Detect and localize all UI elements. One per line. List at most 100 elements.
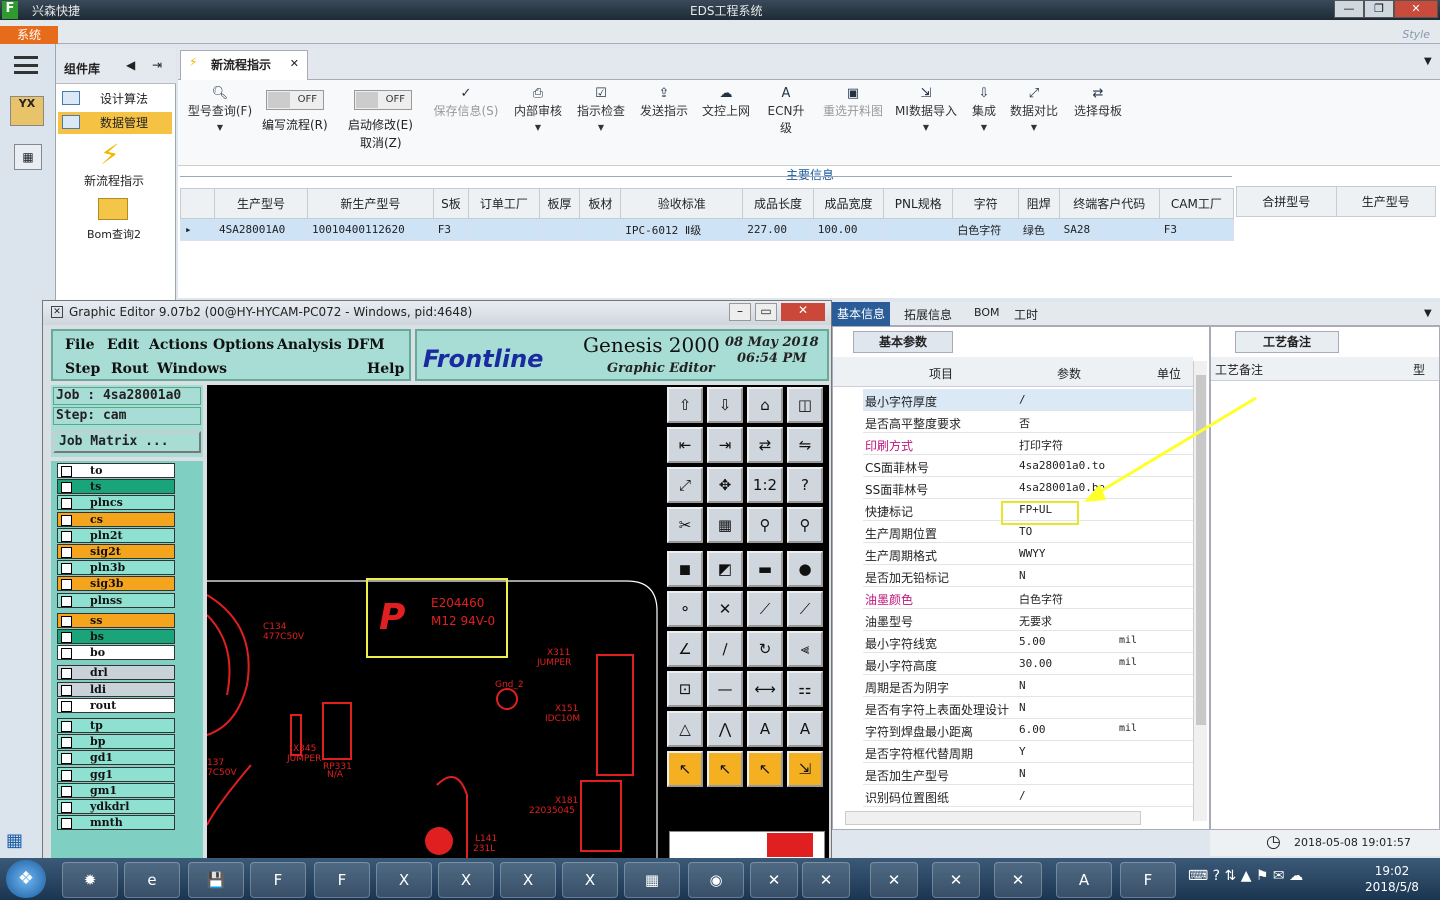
taskbar-f-app-icon[interactable]: F <box>250 862 306 898</box>
reselect-drawing-button[interactable]: ▣ 重选开料图 <box>820 86 886 119</box>
taskbar-window-icon[interactable]: ✕ <box>994 862 1042 898</box>
layer-item[interactable]: gd1 <box>57 750 175 766</box>
menu-step[interactable]: Step <box>65 361 100 377</box>
layer-item[interactable]: bo <box>57 645 175 661</box>
layer-item[interactable]: ydkdrl <box>57 799 175 814</box>
layer-item[interactable]: plnss <box>57 592 175 608</box>
table-cell[interactable] <box>883 218 954 241</box>
probe-icon[interactable]: ⚲ <box>747 507 783 543</box>
layer-item[interactable]: to <box>57 463 175 478</box>
param-value[interactable]: 5.00 <box>1019 635 1046 648</box>
layer-item[interactable]: tp <box>57 718 175 733</box>
param-value[interactable]: WWYY <box>1019 547 1046 560</box>
hamburger-icon[interactable] <box>14 56 38 74</box>
edit-flow-toggle[interactable]: OFF <box>266 90 324 110</box>
param-row[interactable]: 是否有字符上表面处理设计 N <box>863 697 1193 719</box>
minimize-button[interactable]: – <box>729 303 751 321</box>
fit-icon[interactable]: ⤢ <box>667 467 703 503</box>
taskbar-window-icon[interactable]: ✕ <box>802 862 850 898</box>
pointer2-icon[interactable]: ↖ <box>707 751 743 787</box>
param-value[interactable]: 30.00 <box>1019 657 1052 670</box>
start-button[interactable]: ❖ <box>6 860 46 898</box>
lightning-icon[interactable]: ⚡ <box>100 138 120 171</box>
span-icon[interactable]: ⟷ <box>747 671 783 707</box>
internal-review-button[interactable]: ⎙ 内部审核 ▼ <box>512 86 564 133</box>
system-menu-button[interactable]: 系统 <box>0 26 58 44</box>
tab-dropdown-icon[interactable]: ▼ <box>1424 56 1432 67</box>
menu-dfm[interactable]: DFM <box>347 337 385 353</box>
pointer-icon[interactable]: ↖ <box>667 751 703 787</box>
menu-rout[interactable]: Rout <box>111 361 149 377</box>
copy-icon[interactable]: ◩ <box>707 551 743 587</box>
column-header[interactable]: 板材 <box>579 188 622 219</box>
taskbar-window-icon[interactable]: ✕ <box>870 862 918 898</box>
layer-item[interactable]: rout <box>57 697 175 713</box>
param-row[interactable]: 识别码位置图纸 / <box>863 785 1193 807</box>
sidebar-item-algorithm[interactable]: 设计算法 <box>58 88 172 110</box>
cut-icon[interactable]: ✂ <box>667 507 703 543</box>
layer-item[interactable]: ts <box>57 479 175 495</box>
taskbar-doc-icon[interactable]: A <box>1056 862 1112 898</box>
tab-process-notes[interactable]: 工艺备注 <box>1235 331 1339 353</box>
zoom-ratio-icon[interactable]: 1:2 <box>747 467 783 503</box>
taskbar-excel-icon[interactable]: X <box>500 862 556 898</box>
column-header[interactable]: 终端客户代码 <box>1058 188 1160 219</box>
help-icon[interactable]: ? <box>787 467 823 503</box>
param-value[interactable]: 6.00 <box>1019 723 1046 736</box>
pin-icon[interactable]: ⇥ <box>152 58 162 72</box>
layer-item[interactable]: gm1 <box>57 782 175 798</box>
mi-import-button[interactable]: ⇲ MI数据导入 ▼ <box>894 86 958 133</box>
column-header[interactable]: CAM工厂 <box>1158 188 1235 219</box>
calculator-icon[interactable]: ▦ <box>14 144 42 170</box>
taskbar-clock[interactable]: 19:02 2018/5/8 <box>1360 863 1424 895</box>
integrate-button[interactable]: ⇩ 集成 ▼ <box>966 86 1002 133</box>
delete-icon[interactable]: ✕ <box>707 591 743 627</box>
rotate-icon[interactable]: ↻ <box>747 631 783 667</box>
menu-edit[interactable]: Edit <box>107 337 139 353</box>
close-button[interactable]: ✕ <box>1394 0 1438 18</box>
folder-icon[interactable] <box>98 198 128 220</box>
dropdown-icon[interactable]: ▼ <box>1424 308 1432 319</box>
close-button[interactable]: ✕ <box>781 303 825 321</box>
layer-item[interactable]: ss <box>57 612 175 628</box>
taskbar-ie-icon[interactable]: e <box>124 862 180 898</box>
tray-icons[interactable]: ⌨ ? ⇅ ▲ ⚑ ✉ ☁ <box>1188 868 1303 884</box>
param-value[interactable]: 白色字符 <box>1019 591 1063 607</box>
table-cell[interactable] <box>579 218 622 241</box>
line2-icon[interactable]: ⟋ <box>787 591 823 627</box>
swap-icon[interactable]: ⇄ <box>747 427 783 463</box>
taskbar-genesis-icon[interactable]: F <box>1120 862 1176 898</box>
left-icon[interactable]: ⇤ <box>667 427 703 463</box>
column-header[interactable]: 验收标准 <box>620 188 744 219</box>
upload-online-button[interactable]: ☁ 文控上网 <box>700 86 752 119</box>
layer-item[interactable]: sig2t <box>57 544 175 559</box>
param-row[interactable]: 是否加生产型号 N <box>863 763 1193 785</box>
column-header[interactable]: 参数 <box>1057 365 1081 382</box>
column-header[interactable]: 工艺备注 <box>1215 361 1263 378</box>
split-icon[interactable]: ◫ <box>787 387 823 423</box>
triangle-icon[interactable]: △ <box>667 711 703 747</box>
layer-item[interactable]: sig3b <box>57 576 175 592</box>
save-info-button[interactable]: ✓ 保存信息(S) <box>430 86 502 119</box>
taskbar-excel-icon[interactable]: X <box>376 862 432 898</box>
column-header[interactable]: PNL规格 <box>883 188 954 219</box>
maximize-button[interactable]: ▭ <box>755 303 777 321</box>
table-cell[interactable]: 227.00 <box>742 218 814 241</box>
layer-item[interactable]: plncs <box>57 495 175 511</box>
column-header[interactable]: 字符 <box>952 188 1019 219</box>
tab-basic-params[interactable]: 基本参数 <box>853 331 953 353</box>
grid-icon[interactable]: ▦ <box>707 507 743 543</box>
column-header[interactable]: S板 <box>432 188 470 219</box>
column-header[interactable]: 阻焊 <box>1017 188 1060 219</box>
probe2-icon[interactable]: ⚲ <box>787 507 823 543</box>
taskbar-eye-icon[interactable]: ◉ <box>688 862 744 898</box>
dash-icon[interactable]: — <box>707 671 743 707</box>
angle-icon[interactable]: ∠ <box>667 631 703 667</box>
table-cell[interactable] <box>468 218 540 241</box>
select-box-icon[interactable]: ⊡ <box>667 671 703 707</box>
column-header[interactable]: 成品长度 <box>742 188 814 219</box>
column-header[interactable]: 生产型号 <box>1335 186 1436 217</box>
param-value[interactable]: 无要求 <box>1019 613 1052 629</box>
table-cell[interactable]: F3 <box>432 218 470 241</box>
job-matrix-button[interactable]: Job Matrix ... <box>53 431 201 453</box>
